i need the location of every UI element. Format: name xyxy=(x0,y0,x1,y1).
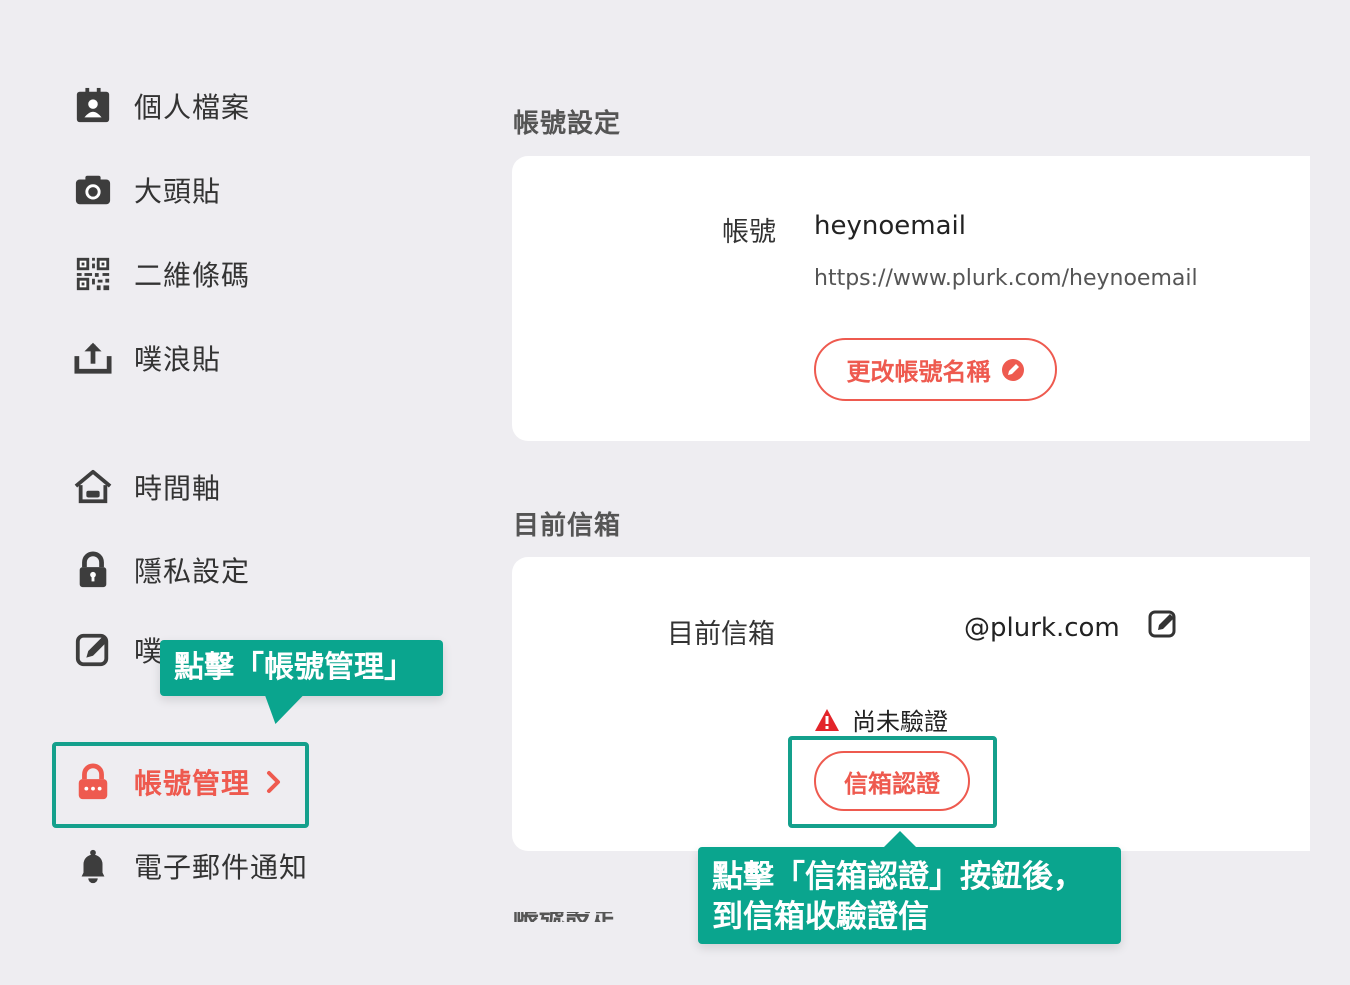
account-lock-icon xyxy=(74,762,114,802)
sidebar-item-label: 個人檔案 xyxy=(134,91,251,124)
sidebar-item-timeline[interactable]: 時間軸 xyxy=(74,465,221,509)
verify-email-button[interactable]: 信箱認證 xyxy=(814,751,970,811)
sidebar-item-label: 隱私設定 xyxy=(134,555,251,588)
sidebar-item-label: 噗 xyxy=(134,635,164,668)
next-section-title-partial: 帳號設定 xyxy=(513,912,633,922)
account-card: 帳號 heynoemail https://www.plurk.com/heyn… xyxy=(512,156,1310,441)
warning-icon xyxy=(814,708,840,732)
home-icon xyxy=(74,467,114,507)
email-card: 目前信箱 @plurk.com 尚未驗證 信箱認證 xyxy=(512,557,1310,851)
verify-email-callout: 點擊「信箱認證」按鈕後， 到信箱收驗證信 xyxy=(698,831,1121,944)
sidebar-item-label: 電子郵件通知 xyxy=(134,851,309,884)
callout-text-line2: 到信箱收驗證信 xyxy=(712,899,929,935)
account-profile-url[interactable]: https://www.plurk.com/heynoemail xyxy=(814,266,1198,291)
rename-account-label: 更改帳號名稱 xyxy=(846,359,991,386)
profile-card-icon xyxy=(74,86,114,126)
sidebar-item-label: 時間軸 xyxy=(134,472,222,505)
current-email-value: @plurk.com xyxy=(964,613,1120,643)
callout-text: 點擊「帳號管理」 xyxy=(174,650,414,685)
sidebar-item-label: 噗浪貼 xyxy=(134,343,222,376)
verify-email-label: 信箱認證 xyxy=(844,770,940,798)
current-email-title: 目前信箱 xyxy=(513,511,622,541)
lock-icon xyxy=(74,550,114,590)
callout-tail xyxy=(884,831,916,847)
verification-status: 尚未驗證 xyxy=(814,702,948,737)
callout-text-line1: 點擊「信箱認證」按鈕後， xyxy=(712,859,1084,895)
current-email-label: 目前信箱 xyxy=(667,619,775,650)
sidebar-item-label: 帳號管理 xyxy=(134,767,251,800)
account-management-callout: 點擊「帳號管理」 xyxy=(160,640,443,724)
upload-icon xyxy=(74,338,114,378)
chevron-right-icon xyxy=(264,768,284,796)
account-label: 帳號 xyxy=(722,217,776,248)
account-settings-title: 帳號設定 xyxy=(513,109,622,139)
rename-edit-icon xyxy=(1001,358,1025,382)
sidebar-item-plurk-stickers[interactable]: 噗浪貼 xyxy=(74,336,221,380)
sidebar-item-privacy[interactable]: 隱私設定 xyxy=(74,548,250,592)
sidebar-item-account-management[interactable]: 帳號管理 xyxy=(74,760,284,804)
callout-tail xyxy=(264,694,316,724)
camera-icon xyxy=(74,170,114,210)
sidebar-item-profile[interactable]: 個人檔案 xyxy=(74,84,250,128)
bell-icon xyxy=(74,846,114,886)
qr-code-icon xyxy=(74,254,114,294)
edit-email-icon[interactable] xyxy=(1148,609,1178,643)
sidebar-item-avatar[interactable]: 大頭貼 xyxy=(74,168,221,212)
rename-account-button[interactable]: 更改帳號名稱 xyxy=(814,338,1057,401)
sidebar-item-label: 二維條碼 xyxy=(134,259,251,292)
edit-icon xyxy=(74,630,114,670)
account-username: heynoemail xyxy=(814,211,966,241)
sidebar-item-plurk-settings[interactable]: 噗 xyxy=(74,628,163,672)
sidebar-item-label: 大頭貼 xyxy=(134,175,222,208)
sidebar-item-email-notifications[interactable]: 電子郵件通知 xyxy=(74,844,308,888)
sidebar-item-qrcode[interactable]: 二維條碼 xyxy=(74,252,250,296)
verification-status-text: 尚未驗證 xyxy=(852,708,948,736)
